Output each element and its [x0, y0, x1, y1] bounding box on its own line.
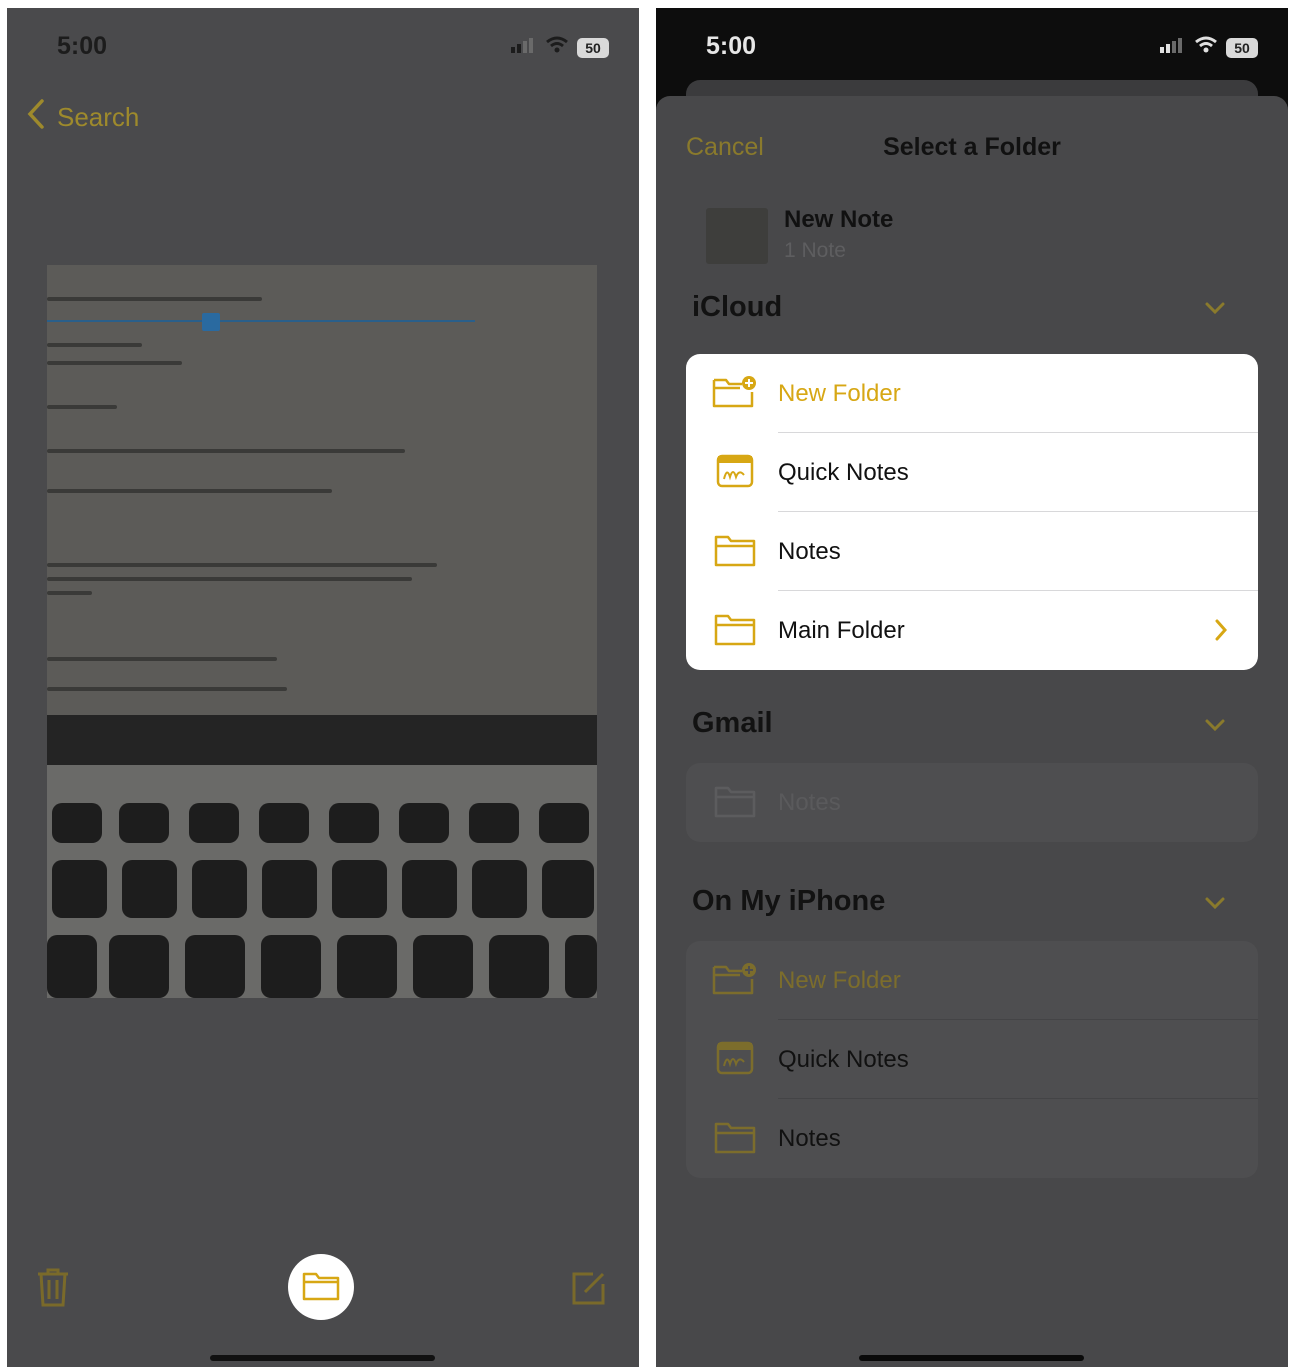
- document-paper: [47, 265, 597, 715]
- folder-icon: [302, 1269, 340, 1306]
- status-time: 5:00: [706, 32, 757, 60]
- battery-icon: 50: [577, 37, 609, 58]
- wifi-icon: [1194, 36, 1218, 59]
- back-label: Search: [57, 102, 140, 132]
- section-header-on-my-iphone[interactable]: On My iPhone: [692, 885, 885, 918]
- folder-label: Notes: [778, 788, 841, 816]
- chevron-down-icon[interactable]: [1204, 718, 1226, 737]
- section-header-icloud[interactable]: iCloud: [692, 291, 782, 324]
- move-to-folder-button[interactable]: [288, 1254, 354, 1320]
- status-bar-icons: 50: [511, 36, 609, 59]
- select-folder-sheet: Cancel Select a Folder New Note 1 Note i…: [656, 96, 1288, 1367]
- folder-row-notes[interactable]: Notes: [686, 512, 1258, 591]
- status-bar-icons: 50: [1160, 36, 1258, 59]
- new-folder-icon: [712, 374, 756, 414]
- battery-icon: 50: [1226, 37, 1258, 58]
- quick-notes-icon: [712, 1040, 756, 1080]
- note-count: 1 Note: [784, 239, 846, 262]
- folder-label: New Folder: [778, 379, 901, 407]
- signal-icon: [511, 37, 537, 58]
- quick-notes-icon: [712, 453, 756, 493]
- folder-label: Main Folder: [778, 616, 905, 644]
- folder-row-main-folder[interactable]: Main Folder: [686, 591, 1258, 670]
- folder-label: Quick Notes: [778, 1045, 909, 1073]
- folder-icon: [712, 532, 756, 572]
- compose-icon[interactable]: [571, 1270, 607, 1311]
- gmail-folder-list: Notes: [686, 763, 1258, 842]
- right-phone-screen: 5:00 50 Cancel Select a Folder New Note …: [656, 8, 1288, 1367]
- folder-row-notes[interactable]: Notes: [686, 763, 1258, 842]
- icloud-folder-list: New Folder Quick Notes Notes Main Folder: [686, 354, 1258, 670]
- folder-row-quick-notes[interactable]: Quick Notes: [686, 1020, 1258, 1099]
- folder-row-notes[interactable]: Notes: [686, 1099, 1258, 1178]
- section-header-gmail[interactable]: Gmail: [692, 707, 773, 740]
- folder-icon: [712, 611, 756, 651]
- wifi-icon: [545, 36, 569, 59]
- back-button[interactable]: Search: [25, 98, 139, 137]
- chevron-right-icon[interactable]: [1214, 618, 1228, 647]
- signal-icon: [1160, 37, 1186, 58]
- back-chevron-icon: [25, 98, 47, 137]
- folder-row-new-folder[interactable]: New Folder: [686, 354, 1258, 433]
- trash-icon[interactable]: [35, 1266, 71, 1313]
- home-indicator: [859, 1355, 1084, 1361]
- home-indicator: [210, 1355, 435, 1361]
- note-thumbnail: [706, 208, 768, 264]
- folder-icon: [712, 1119, 756, 1159]
- left-phone-screen: 5:00 50 Search: [7, 8, 639, 1367]
- sheet-title: Select a Folder: [883, 133, 1061, 161]
- folder-label: Quick Notes: [778, 458, 909, 486]
- folder-label: Notes: [778, 537, 841, 565]
- folder-icon: [712, 783, 756, 823]
- folder-row-quick-notes[interactable]: Quick Notes: [686, 433, 1258, 512]
- chevron-down-icon[interactable]: [1204, 301, 1226, 320]
- scanned-document-image: [47, 265, 597, 998]
- laptop-bezel: [47, 715, 597, 765]
- folder-label: New Folder: [778, 966, 901, 994]
- iphone-folder-list: New Folder Quick Notes Notes: [686, 941, 1258, 1178]
- new-folder-icon: [712, 961, 756, 1001]
- laptop-keyboard: [47, 765, 597, 998]
- folder-row-new-folder[interactable]: New Folder: [686, 941, 1258, 1020]
- note-title: New Note: [784, 206, 894, 233]
- chevron-down-icon[interactable]: [1204, 896, 1226, 915]
- folder-label: Notes: [778, 1124, 841, 1152]
- status-time: 5:00: [57, 32, 108, 60]
